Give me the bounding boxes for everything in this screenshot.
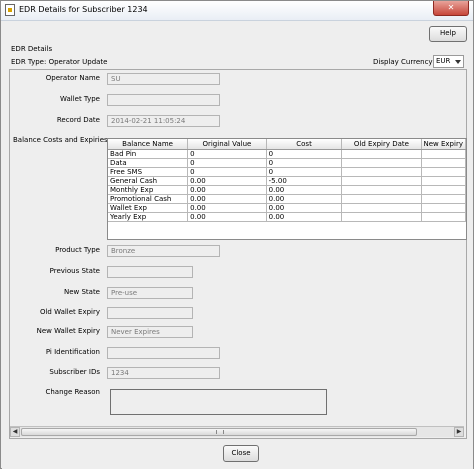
original-value-cell: 0.00 [187,185,267,195]
new-expiry-cell [421,212,466,222]
subscriber-ids-field[interactable]: 1234 [107,367,220,379]
table-row[interactable]: Monthly Exp 0.00 0.00 [108,185,466,195]
original-value-cell: 0.00 [187,212,267,222]
new-wallet-expiry-field[interactable]: Never Expires [107,326,193,338]
old-expiry-cell [341,176,422,186]
original-value-cell: 0 [187,167,267,177]
new-expiry-cell [421,185,466,195]
new-expiry-cell [421,176,466,186]
horizontal-scrollbar[interactable]: ◀ ▶ [10,426,464,437]
balance-name-cell: Yearly Exp [108,212,189,222]
new-expiry-cell [421,167,466,177]
section-title: EDR Details [11,45,53,53]
previous-state-field[interactable] [107,266,193,278]
new-state-label: New State [63,288,100,296]
display-currency-select[interactable]: EUR [433,55,464,68]
operator-name-label: Operator Name [45,74,100,82]
balance-name-cell: Monthly Exp [108,185,189,195]
original-value-cell: 0 [187,149,267,159]
wallet-type-label: Wallet Type [59,95,100,103]
old-expiry-cell [341,167,422,177]
product-type-field[interactable]: Bronze [107,245,220,257]
record-date-field[interactable]: 2014-02-21 11:05:24 [107,115,220,127]
cost-cell: 0.00 [266,194,343,204]
table-row[interactable]: Free SMS 0 0 [108,167,466,177]
original-value-cell: 0.00 [187,203,267,213]
cost-cell: -5.00 [266,176,343,186]
table-row[interactable]: Yearly Exp 0.00 0.00 [108,212,466,222]
balance-name-cell: Promotional Cash [108,194,189,204]
window-title: EDR Details for Subscriber 1234 [19,5,148,14]
table-row[interactable]: Wallet Exp 0.00 0.00 [108,203,466,213]
scroll-right-icon[interactable]: ▶ [454,427,464,437]
table-row[interactable]: Promotional Cash 0.00 0.00 [108,194,466,204]
new-expiry-cell [421,194,466,204]
change-reason-textarea[interactable] [110,389,327,415]
subscriber-ids-label: Subscriber IDs [49,368,100,376]
grip-icon [216,430,224,434]
old-expiry-cell [341,212,422,222]
previous-state-label: Previous State [49,267,100,275]
column-header[interactable]: Old Expiry Date [341,139,422,150]
column-header[interactable]: New Expiry [421,139,466,150]
table-row[interactable]: Data 0 0 [108,158,466,168]
edr-type-label: EDR Type: Operator Update [11,58,108,66]
product-type-label: Product Type [55,246,100,254]
old-wallet-expiry-label: Old Wallet Expiry [39,308,100,316]
balance-name-cell: General Cash [108,176,189,186]
wallet-type-field[interactable] [107,94,220,106]
cost-cell: 0.00 [266,185,343,195]
new-state-field[interactable]: Pre-use [107,287,193,299]
cost-cell: 0 [266,167,343,177]
help-button[interactable]: Help [429,26,467,42]
title-bar[interactable]: EDR Details for Subscriber 1234 ✕ [1,1,473,21]
column-header[interactable]: Balance Name [108,139,189,150]
new-expiry-cell [421,158,466,168]
original-value-cell: 0 [187,158,267,168]
balance-name-cell: Wallet Exp [108,203,189,213]
balance-name-cell: Bad Pin [108,149,189,159]
java-app-icon [5,4,15,16]
balance-name-cell: Free SMS [108,167,189,177]
original-value-cell: 0.00 [187,176,267,186]
old-expiry-cell [341,203,422,213]
details-scroll-panel[interactable] [9,69,467,439]
chevron-down-icon [455,60,461,64]
window-close-button[interactable]: ✕ [433,1,469,16]
old-expiry-cell [341,185,422,195]
new-wallet-expiry-label: New Wallet Expiry [36,327,100,335]
pi-identification-label: Pi Identification [45,348,100,356]
cost-cell: 0 [266,149,343,159]
close-button[interactable]: Close [223,445,259,462]
change-reason-label: Change Reason [45,388,100,396]
table-row[interactable]: General Cash 0.00 -5.00 [108,176,466,186]
scroll-left-icon[interactable]: ◀ [10,427,20,437]
pi-identification-field[interactable] [107,347,220,359]
original-value-cell: 0.00 [187,194,267,204]
old-expiry-cell [341,194,422,204]
balance-costs-table[interactable]: Balance Name Original Value Cost Old Exp… [107,138,467,240]
balance-name-cell: Data [108,158,189,168]
column-header[interactable]: Cost [266,139,343,150]
new-expiry-cell [421,149,466,159]
balance-costs-title: Balance Costs and Expiries [13,136,108,144]
column-header[interactable]: Original Value [187,139,267,150]
operator-name-field[interactable]: SU [107,73,220,85]
old-expiry-cell [341,158,422,168]
record-date-label: Record Date [56,116,100,124]
cost-cell: 0.00 [266,212,343,222]
table-row[interactable]: Bad Pin 0 0 [108,149,466,159]
new-expiry-cell [421,203,466,213]
old-wallet-expiry-field[interactable] [107,307,193,319]
display-currency-label: Display Currency [373,58,433,66]
cost-cell: 0.00 [266,203,343,213]
edr-details-window: EDR Details for Subscriber 1234 ✕ Help E… [0,0,474,469]
old-expiry-cell [341,149,422,159]
cost-cell: 0 [266,158,343,168]
display-currency-value: EUR [436,57,451,65]
table-header-row: Balance Name Original Value Cost Old Exp… [108,139,466,150]
scrollbar-thumb[interactable] [21,428,417,436]
